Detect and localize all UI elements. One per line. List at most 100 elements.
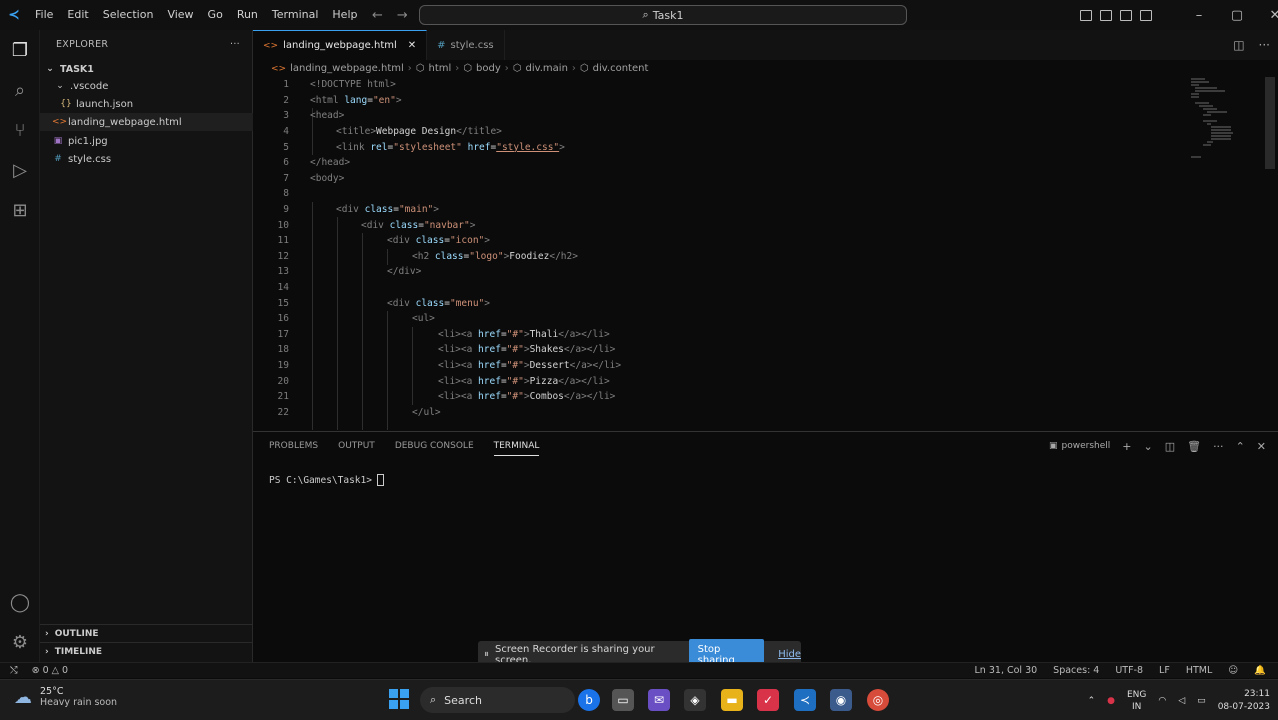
- problems-indicator[interactable]: ⊗ 0 △ 0: [32, 665, 68, 676]
- close-panel-icon[interactable]: ✕: [1257, 440, 1266, 453]
- bing-icon[interactable]: b: [578, 689, 600, 711]
- add-terminal-icon[interactable]: +: [1122, 440, 1131, 453]
- language-indicator[interactable]: ENG IN: [1127, 689, 1146, 713]
- error-count: 0: [42, 665, 49, 676]
- breadcrumb-item[interactable]: body: [476, 63, 501, 74]
- volume-icon[interactable]: ◁: [1178, 696, 1185, 706]
- mcafee-icon[interactable]: ✓: [757, 689, 779, 711]
- command-center[interactable]: ⌕ Task1: [419, 5, 907, 25]
- battery-icon[interactable]: ▭: [1197, 696, 1206, 706]
- tree-item-launch-json[interactable]: {} launch.json: [40, 95, 253, 113]
- language-mode[interactable]: HTML: [1186, 665, 1212, 676]
- menu-go[interactable]: Go: [201, 0, 230, 30]
- remote-icon[interactable]: ⤭: [10, 665, 18, 676]
- weather-widget[interactable]: ☁ 25°C Heavy rain soon: [14, 686, 117, 708]
- account-icon[interactable]: ◯: [8, 590, 32, 614]
- chrome-icon[interactable]: ◎: [867, 689, 889, 711]
- menu-view[interactable]: View: [160, 0, 200, 30]
- menu-terminal[interactable]: Terminal: [265, 0, 326, 30]
- teams-chat-icon[interactable]: ✉: [648, 689, 670, 711]
- app-icon[interactable]: ◈: [684, 689, 706, 711]
- chevron-down-icon[interactable]: ⌄: [1143, 440, 1152, 453]
- code-token: "stylesheet": [393, 141, 462, 153]
- indentation[interactable]: Spaces: 4: [1053, 665, 1099, 676]
- trash-icon[interactable]: 🗑: [1187, 440, 1201, 453]
- more-actions-icon[interactable]: ···: [1259, 38, 1270, 52]
- minimize-icon[interactable]: –: [1180, 8, 1218, 23]
- tab-landing-webpage[interactable]: <> landing_webpage.html ✕: [253, 30, 428, 60]
- menu-file[interactable]: File: [28, 0, 60, 30]
- minimap[interactable]: [1191, 77, 1251, 167]
- timeline-section[interactable]: › TIMELINE: [40, 642, 253, 660]
- extensions-icon[interactable]: ⊞: [8, 198, 32, 222]
- breadcrumb-item[interactable]: landing_webpage.html: [290, 63, 404, 74]
- forward-arrow-icon[interactable]: →: [397, 8, 408, 23]
- terminal-selector[interactable]: ▣ powershell: [1049, 441, 1110, 451]
- mcafee-tray-icon[interactable]: ●: [1107, 696, 1115, 706]
- tab-debug-console[interactable]: DEBUG CONSOLE: [395, 437, 474, 455]
- tab-style-css[interactable]: # style.css: [427, 30, 505, 60]
- tab-problems[interactable]: PROBLEMS: [269, 437, 318, 455]
- outline-section[interactable]: › OUTLINE: [40, 624, 253, 642]
- split-terminal-icon[interactable]: ◫: [1165, 440, 1175, 453]
- code-token: "menu": [449, 297, 485, 309]
- breadcrumb-item[interactable]: div.main: [525, 63, 567, 74]
- tree-item-landing-webpage[interactable]: <> landing_webpage.html: [40, 113, 253, 131]
- back-arrow-icon[interactable]: ←: [372, 8, 383, 23]
- settings-gear-icon[interactable]: ⚙: [8, 630, 32, 654]
- code-editor[interactable]: 1 <!DOCTYPE html> 2 <html lang="en"> 3 <hea…: [253, 77, 1278, 430]
- tree-item-pic1[interactable]: ▣ pic1.jpg: [40, 132, 253, 150]
- cube-icon: ⬡: [415, 63, 425, 74]
- maximize-panel-icon[interactable]: ⌃: [1236, 440, 1245, 453]
- chevron-up-icon[interactable]: ⌃: [1088, 696, 1096, 706]
- task-view-icon[interactable]: ▭: [612, 689, 634, 711]
- vscode-taskbar-icon[interactable]: ≺: [794, 689, 816, 711]
- windows-start-icon[interactable]: [389, 689, 409, 709]
- explorer-icon[interactable]: ❐: [8, 38, 32, 62]
- end-of-line[interactable]: LF: [1159, 665, 1170, 676]
- screen-recorder-icon[interactable]: ◉: [830, 689, 852, 711]
- tab-terminal[interactable]: TERMINAL: [493, 437, 540, 456]
- customize-layout-icon[interactable]: [1140, 9, 1152, 21]
- file-explorer-icon[interactable]: ▬: [721, 689, 743, 711]
- code-line: 17 <li><a href="#">Thali</a></li>: [253, 327, 1193, 343]
- tree-item-vscode[interactable]: ⌄ .vscode: [40, 77, 253, 95]
- clock[interactable]: 23:11 08-07-2023: [1218, 688, 1270, 714]
- taskbar-search[interactable]: ⌕ Search: [420, 687, 575, 713]
- rain-cloud-icon: ☁: [14, 686, 32, 708]
- folder-task1[interactable]: ⌄ TASK1: [40, 60, 253, 78]
- temperature: 25°C: [40, 686, 64, 697]
- search-icon[interactable]: ⌕: [8, 78, 32, 102]
- close-window-icon[interactable]: ✕: [1256, 8, 1278, 23]
- menu-help[interactable]: Help: [325, 0, 364, 30]
- hide-link[interactable]: Hide: [778, 649, 801, 660]
- notifications-bell-icon[interactable]: 🔔: [1254, 665, 1266, 676]
- terminal-area[interactable]: PS C:\Games\Task1>: [269, 474, 384, 486]
- pause-icon: ⏸: [484, 649, 489, 660]
- menu-run[interactable]: Run: [230, 0, 265, 30]
- source-control-icon[interactable]: ⑂: [8, 118, 32, 142]
- run-debug-icon[interactable]: ▷: [8, 158, 32, 182]
- wifi-icon[interactable]: ◠: [1158, 696, 1166, 706]
- code-token: </div>: [387, 266, 422, 278]
- feedback-icon[interactable]: ☺: [1228, 665, 1238, 676]
- code-token: class: [434, 250, 464, 262]
- tab-output[interactable]: OUTPUT: [338, 437, 375, 455]
- toggle-panel-icon[interactable]: [1100, 9, 1112, 21]
- menu-selection[interactable]: Selection: [96, 0, 161, 30]
- breadcrumb-item[interactable]: html: [429, 63, 452, 74]
- breadcrumb-item[interactable]: div.content: [593, 63, 649, 74]
- more-actions-icon[interactable]: ···: [230, 39, 240, 50]
- maximize-icon[interactable]: ▢: [1218, 8, 1256, 23]
- menu-edit[interactable]: Edit: [60, 0, 95, 30]
- split-editor-icon[interactable]: ◫: [1233, 38, 1244, 52]
- cursor-position[interactable]: Ln 31, Col 30: [975, 665, 1038, 676]
- tree-item-style-css[interactable]: # style.css: [40, 150, 253, 168]
- more-actions-icon[interactable]: ···: [1213, 440, 1224, 453]
- toggle-secondary-sidebar-icon[interactable]: [1120, 9, 1132, 21]
- toggle-sidebar-icon[interactable]: [1080, 9, 1092, 21]
- cube-icon: ⬡: [512, 63, 522, 74]
- editor-scrollbar[interactable]: [1265, 77, 1275, 169]
- encoding[interactable]: UTF-8: [1115, 665, 1143, 676]
- close-tab-icon[interactable]: ✕: [408, 40, 416, 51]
